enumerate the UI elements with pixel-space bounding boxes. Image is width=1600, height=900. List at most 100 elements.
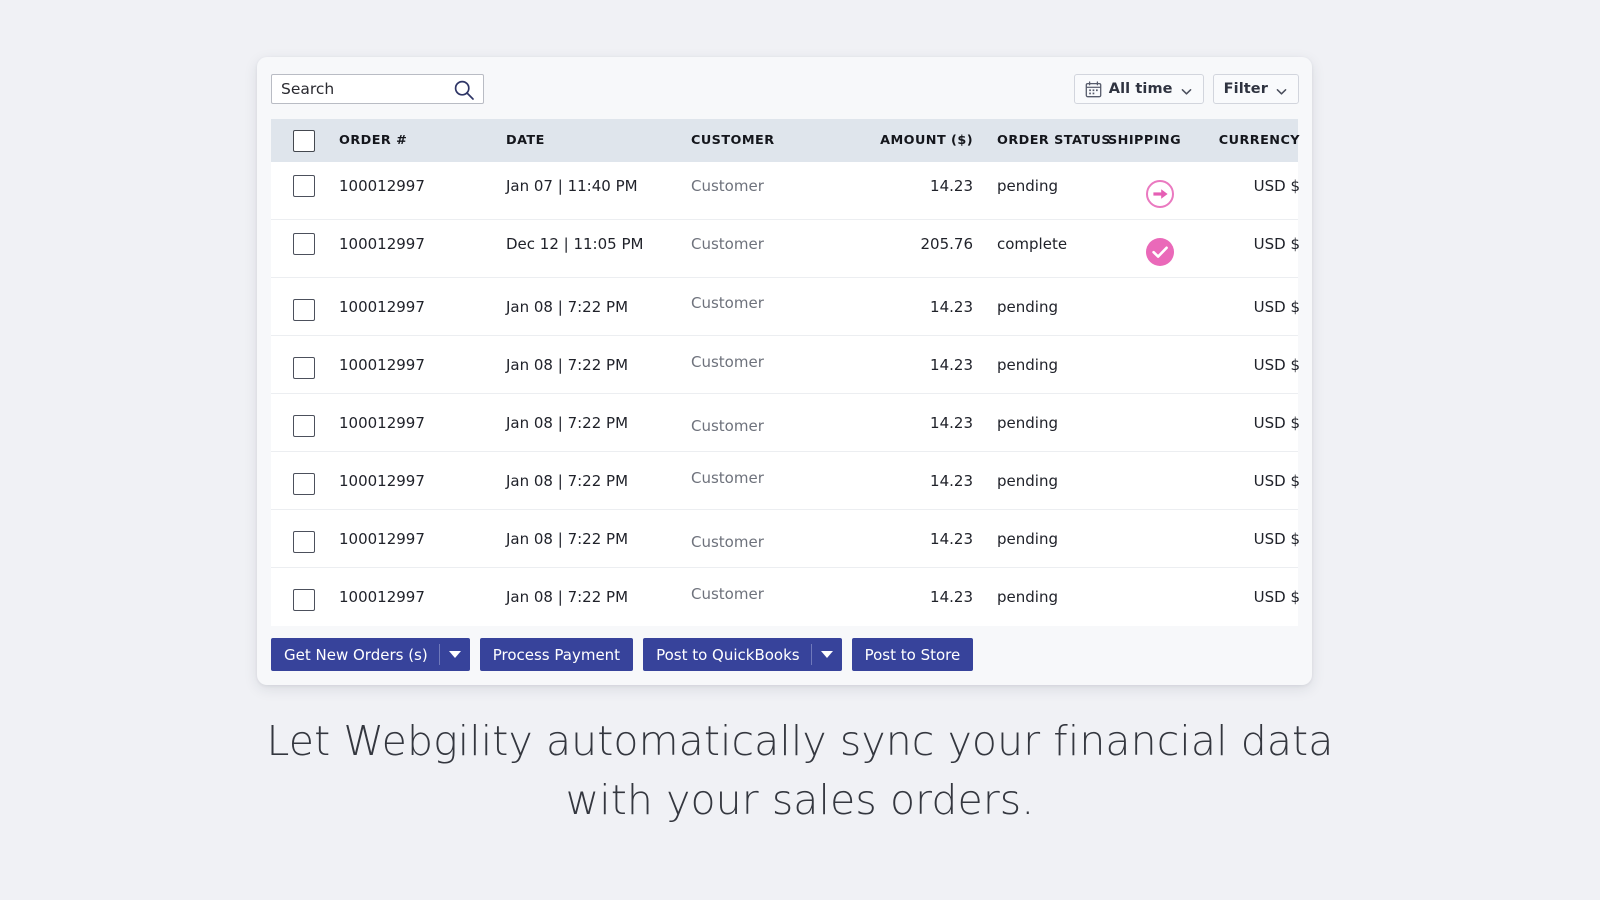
post-to-quickbooks-label: Post to QuickBooks: [656, 646, 800, 664]
table-row[interactable]: 100012997 Jan 07 | 11:40 PM Customer 14.…: [271, 162, 1298, 220]
process-payment-button[interactable]: Process Payment: [480, 638, 633, 671]
cell-date: Jan 08 | 7:22 PM: [506, 298, 691, 316]
row-select-cell: [271, 528, 337, 550]
cell-customer: Customer: [691, 533, 828, 551]
cell-date: Dec 12 | 11:05 PM: [506, 235, 691, 253]
cell-order: 100012997: [337, 298, 506, 316]
column-header-shipping[interactable]: SHIPPING: [1108, 133, 1211, 148]
check-circle-filled-icon[interactable]: [1145, 237, 1175, 267]
row-select-cell: [271, 238, 337, 260]
cell-customer: Customer: [691, 417, 828, 435]
cell-status: complete: [973, 235, 1108, 253]
cell-currency: USD $: [1211, 414, 1300, 432]
cell-customer: Customer: [691, 235, 828, 253]
cell-status: pending: [973, 298, 1108, 316]
cell-date: Jan 08 | 7:22 PM: [506, 414, 691, 432]
row-checkbox[interactable]: [293, 473, 315, 495]
post-to-store-label: Post to Store: [865, 646, 961, 664]
caption-line-2: with your sales orders.: [0, 771, 1600, 830]
cell-amount: 14.23: [828, 588, 973, 606]
post-to-store-button[interactable]: Post to Store: [852, 638, 974, 671]
cell-customer: Customer: [691, 177, 828, 195]
table-row[interactable]: 100012997 Jan 08 | 7:22 PM Customer 14.2…: [271, 394, 1298, 452]
cell-status: pending: [973, 356, 1108, 374]
table-row[interactable]: 100012997 Jan 08 | 7:22 PM Customer 14.2…: [271, 568, 1298, 626]
chevron-down-icon: [1275, 83, 1288, 96]
search-icon[interactable]: [453, 79, 475, 101]
row-checkbox[interactable]: [293, 299, 315, 321]
cell-amount: 14.23: [828, 530, 973, 548]
process-payment-label: Process Payment: [493, 646, 620, 664]
post-to-quickbooks-dropdown-toggle[interactable]: [812, 651, 842, 658]
row-select-cell: [271, 412, 337, 434]
orders-table: ORDER # DATE CUSTOMER AMOUNT ($) ORDER S…: [271, 119, 1298, 626]
table-header-row: ORDER # DATE CUSTOMER AMOUNT ($) ORDER S…: [271, 119, 1298, 162]
caret-down-icon: [821, 651, 833, 658]
row-checkbox[interactable]: [293, 589, 315, 611]
get-new-orders-dropdown-toggle[interactable]: [440, 651, 470, 658]
table-row[interactable]: 100012997 Jan 08 | 7:22 PM Customer 14.2…: [271, 278, 1298, 336]
date-filter-button[interactable]: All time: [1074, 74, 1204, 104]
filter-button[interactable]: Filter: [1213, 74, 1299, 104]
card-toolbar: All time Filter: [257, 57, 1312, 119]
select-all-checkbox[interactable]: [293, 130, 315, 152]
arrow-right-circle-outline-icon[interactable]: [1145, 179, 1175, 209]
cell-date: Jan 07 | 11:40 PM: [506, 177, 691, 195]
screen: All time Filter: [0, 0, 1600, 900]
cell-order: 100012997: [337, 235, 506, 253]
cell-shipping[interactable]: [1108, 176, 1211, 206]
cell-order: 100012997: [337, 472, 506, 490]
cell-order: 100012997: [337, 530, 506, 548]
row-select-cell: [271, 354, 337, 376]
date-filter-label: All time: [1109, 81, 1173, 97]
row-select-cell: [271, 470, 337, 492]
cell-amount: 14.23: [828, 472, 973, 490]
post-to-quickbooks-button[interactable]: Post to QuickBooks: [643, 638, 842, 671]
cell-amount: 205.76: [828, 235, 973, 253]
cell-customer: Customer: [691, 585, 828, 603]
cell-amount: 14.23: [828, 177, 973, 195]
cell-amount: 14.23: [828, 356, 973, 374]
search-box[interactable]: [271, 74, 484, 104]
row-select-cell: [271, 586, 337, 608]
row-checkbox[interactable]: [293, 175, 315, 197]
column-header-status[interactable]: ORDER STATUS: [973, 133, 1108, 148]
cell-order: 100012997: [337, 588, 506, 606]
cell-date: Jan 08 | 7:22 PM: [506, 588, 691, 606]
row-select-cell: [271, 296, 337, 318]
table-row[interactable]: 100012997 Jan 08 | 7:22 PM Customer 14.2…: [271, 452, 1298, 510]
column-header-order[interactable]: ORDER #: [337, 133, 506, 148]
cell-status: pending: [973, 414, 1108, 432]
table-row[interactable]: 100012997 Dec 12 | 11:05 PM Customer 205…: [271, 220, 1298, 278]
row-checkbox[interactable]: [293, 531, 315, 553]
get-new-orders-button[interactable]: Get New Orders (s): [271, 638, 470, 671]
cell-currency: USD $: [1211, 235, 1300, 253]
cell-currency: USD $: [1211, 588, 1300, 606]
column-header-customer[interactable]: CUSTOMER: [691, 133, 828, 148]
calendar-icon: [1085, 81, 1102, 98]
cell-shipping[interactable]: [1108, 234, 1211, 264]
cell-status: pending: [973, 588, 1108, 606]
orders-card: All time Filter: [257, 57, 1312, 685]
cell-currency: USD $: [1211, 177, 1300, 195]
caption-line-1: Let Webgility automatically sync your fi…: [0, 712, 1600, 771]
column-header-date[interactable]: DATE: [506, 133, 691, 148]
column-header-currency[interactable]: CURRENCY: [1211, 133, 1300, 148]
search-input[interactable]: [272, 76, 441, 102]
row-checkbox[interactable]: [293, 233, 315, 255]
cell-amount: 14.23: [828, 414, 973, 432]
cell-customer: Customer: [691, 469, 828, 487]
cell-currency: USD $: [1211, 530, 1300, 548]
table-row[interactable]: 100012997 Jan 08 | 7:22 PM Customer 14.2…: [271, 336, 1298, 394]
cell-order: 100012997: [337, 356, 506, 374]
row-checkbox[interactable]: [293, 357, 315, 379]
filter-label: Filter: [1224, 81, 1268, 97]
table-row[interactable]: 100012997 Jan 08 | 7:22 PM Customer 14.2…: [271, 510, 1298, 568]
cell-amount: 14.23: [828, 298, 973, 316]
cell-date: Jan 08 | 7:22 PM: [506, 356, 691, 374]
caption-text: Let Webgility automatically sync your fi…: [0, 712, 1600, 830]
get-new-orders-label: Get New Orders (s): [284, 646, 428, 664]
cell-status: pending: [973, 177, 1108, 195]
row-checkbox[interactable]: [293, 415, 315, 437]
column-header-amount[interactable]: AMOUNT ($): [828, 133, 973, 148]
